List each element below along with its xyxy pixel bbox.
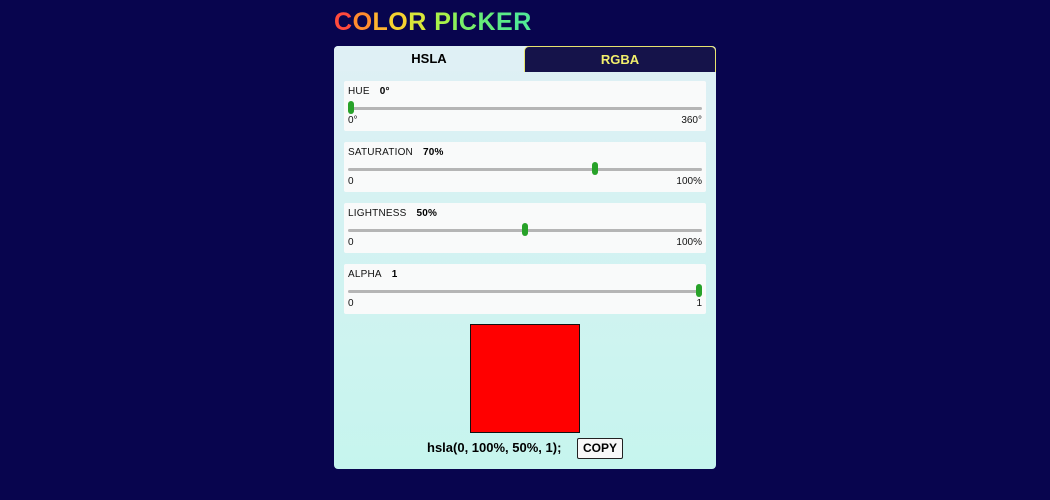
title-letter: P [434, 8, 452, 36]
color-value-text: hsla(0, 100%, 50%, 1); [427, 440, 562, 455]
lightness-label: LIGHTNESS 50% [348, 208, 438, 219]
title-letter: E [496, 8, 514, 36]
tab-hsla[interactable]: HSLA [334, 46, 524, 71]
title-letter: L [372, 8, 389, 36]
lightness-slider-card: LIGHTNESS 50% 0 100% [344, 203, 706, 253]
hue-label: HUE 0° [348, 86, 390, 97]
output-row: hsla(0, 100%, 50%, 1); COPY [334, 438, 716, 460]
saturation-max-label: 100% [676, 176, 702, 187]
title-letter: I [451, 8, 459, 36]
alpha-slider-thumb[interactable] [696, 284, 702, 297]
lightness-slider-thumb[interactable] [522, 223, 528, 236]
alpha-slider-track[interactable] [348, 284, 702, 297]
title-letter: O [388, 8, 409, 36]
alpha-label: ALPHA 1 [348, 269, 398, 280]
title-letter: R [408, 8, 427, 36]
alpha-slider-card: ALPHA 1 0 1 [344, 264, 706, 314]
hue-slider-thumb[interactable] [348, 101, 354, 114]
saturation-label: SATURATION 70% [348, 147, 444, 158]
hue-value: 0° [379, 86, 390, 97]
title-letter [427, 7, 434, 37]
alpha-min-label: 0 [348, 298, 354, 309]
title-letter: K [477, 8, 497, 36]
tab-rgba[interactable]: RGBA [524, 46, 716, 72]
saturation-slider-thumb[interactable] [591, 162, 598, 175]
color-picker-panel: HSLA RGBA HUE 0° 0° 360° SATURATION 70% 0 … [334, 46, 716, 469]
alpha-max-label: 1 [696, 298, 702, 309]
title-letter: C [334, 8, 353, 36]
copy-button[interactable]: COPY [577, 438, 623, 459]
lightness-slider-track[interactable] [348, 223, 702, 236]
saturation-slider-track[interactable] [348, 162, 702, 175]
lightness-value: 50% [416, 208, 438, 219]
saturation-value: 70% [422, 147, 444, 158]
app-title: COLOR PICKER [334, 7, 532, 37]
title-letter: C [458, 8, 478, 36]
color-preview-swatch [470, 324, 580, 433]
hue-min-label: 0° [348, 115, 358, 126]
saturation-min-label: 0 [348, 176, 354, 187]
title-letter: R [513, 8, 532, 36]
alpha-value: 1 [391, 269, 398, 280]
lightness-max-label: 100% [676, 237, 702, 248]
title-letter: O [352, 8, 373, 36]
hue-max-label: 360° [681, 115, 702, 126]
saturation-slider-card: SATURATION 70% 0 100% [344, 142, 706, 192]
hue-slider-track[interactable] [348, 101, 702, 114]
lightness-min-label: 0 [348, 237, 354, 248]
hue-slider-card: HUE 0° 0° 360° [344, 81, 706, 131]
